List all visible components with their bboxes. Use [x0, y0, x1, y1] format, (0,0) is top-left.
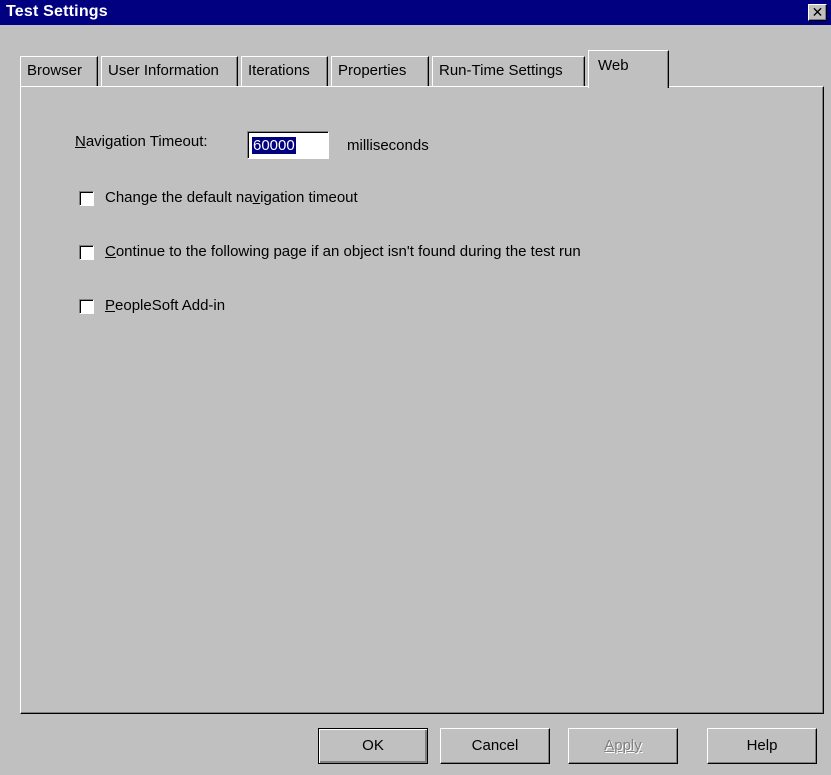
tab-browser[interactable]: Browser [20, 56, 98, 86]
tab-web[interactable]: Web [588, 50, 669, 88]
help-button[interactable]: Help [707, 728, 817, 764]
close-icon[interactable]: ✕ [808, 4, 827, 21]
peoplesoft-addin-checkbox[interactable] [79, 299, 94, 314]
navigation-timeout-value: 60000 [252, 137, 296, 154]
navigation-timeout-label-text: avigation Timeout: [85, 133, 208, 150]
tab-properties[interactable]: Properties [331, 56, 429, 86]
dialog-title: Test Settings [6, 3, 108, 20]
title-bar[interactable]: Test Settings ✕ [0, 0, 831, 25]
tab-user-information[interactable]: User Information [101, 56, 238, 86]
option-text-pre: Change the default na [105, 189, 253, 206]
navigation-timeout-input[interactable]: 60000 [247, 131, 329, 159]
change-default-timeout-label[interactable]: Change the default navigation timeout [105, 189, 358, 206]
apply-button[interactable]: Apply [568, 728, 678, 764]
apply-label: Apply [604, 737, 642, 754]
continue-if-object-missing-checkbox[interactable] [79, 245, 94, 260]
option-text-post: ontinue to the following page if an obje… [115, 243, 581, 260]
tab-iterations[interactable]: Iterations [241, 56, 328, 86]
web-tab-panel: Navigation Timeout: 60000 milliseconds C… [20, 86, 824, 714]
test-settings-dialog: Test Settings ✕ Browser User Information… [0, 0, 831, 775]
option-mnemonic: C [105, 243, 116, 260]
option-text-post: eopleSoft Add-in [115, 297, 226, 314]
option-text-post: igation timeout [260, 189, 358, 206]
navigation-timeout-mnemonic: N [75, 133, 86, 150]
change-default-timeout-checkbox[interactable] [79, 191, 94, 206]
tab-run-time-settings[interactable]: Run-Time Settings [432, 56, 585, 86]
option-mnemonic: v [252, 189, 261, 206]
navigation-timeout-label: Navigation Timeout: [75, 133, 208, 150]
continue-if-object-missing-label[interactable]: Continue to the following page if an obj… [105, 243, 581, 260]
ok-button[interactable]: OK [318, 728, 428, 764]
cancel-button[interactable]: Cancel [440, 728, 550, 764]
option-mnemonic: P [105, 297, 116, 314]
peoplesoft-addin-label[interactable]: PeopleSoft Add-in [105, 297, 225, 314]
timeout-unit-label: milliseconds [347, 137, 429, 154]
